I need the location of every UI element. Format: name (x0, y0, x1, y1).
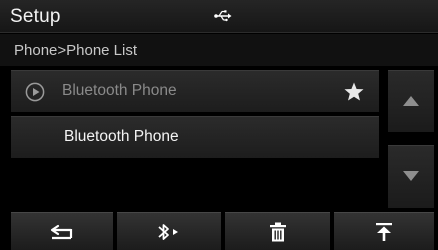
breadcrumb: Phone>Phone List (0, 34, 438, 66)
move-to-top-icon (376, 223, 392, 241)
back-button[interactable] (11, 212, 113, 250)
arrow-down-icon (403, 171, 419, 181)
scroll-down-button[interactable] (388, 145, 434, 208)
bottom-toolbar (0, 212, 438, 250)
title-bar: Setup (0, 0, 438, 33)
bluetooth-play-icon (158, 224, 178, 240)
phone-list: Bluetooth Phone Bluetooth Phone (11, 70, 379, 210)
play-circle-icon[interactable] (25, 82, 45, 102)
bluetooth-connect-button[interactable] (117, 212, 221, 250)
list-item-bluetooth-phone-2[interactable]: Bluetooth Phone (11, 116, 379, 158)
breadcrumb-text: Phone>Phone List (14, 42, 138, 59)
star-icon (344, 82, 364, 101)
list-item-label: Bluetooth Phone (62, 82, 177, 99)
list-item-bluetooth-phone-1[interactable]: Bluetooth Phone (11, 70, 379, 112)
trash-icon (270, 222, 286, 242)
scroll-up-button[interactable] (388, 70, 434, 132)
delete-button[interactable] (225, 212, 330, 250)
arrow-up-icon (403, 96, 419, 106)
back-icon (50, 224, 73, 240)
usb-icon (214, 10, 232, 22)
list-item-label: Bluetooth Phone (64, 128, 179, 145)
move-to-top-button[interactable] (334, 212, 434, 250)
page-title: Setup (10, 6, 61, 27)
setup-screen: Setup Phone>Phone List Bluetooth Phone B… (0, 0, 438, 250)
